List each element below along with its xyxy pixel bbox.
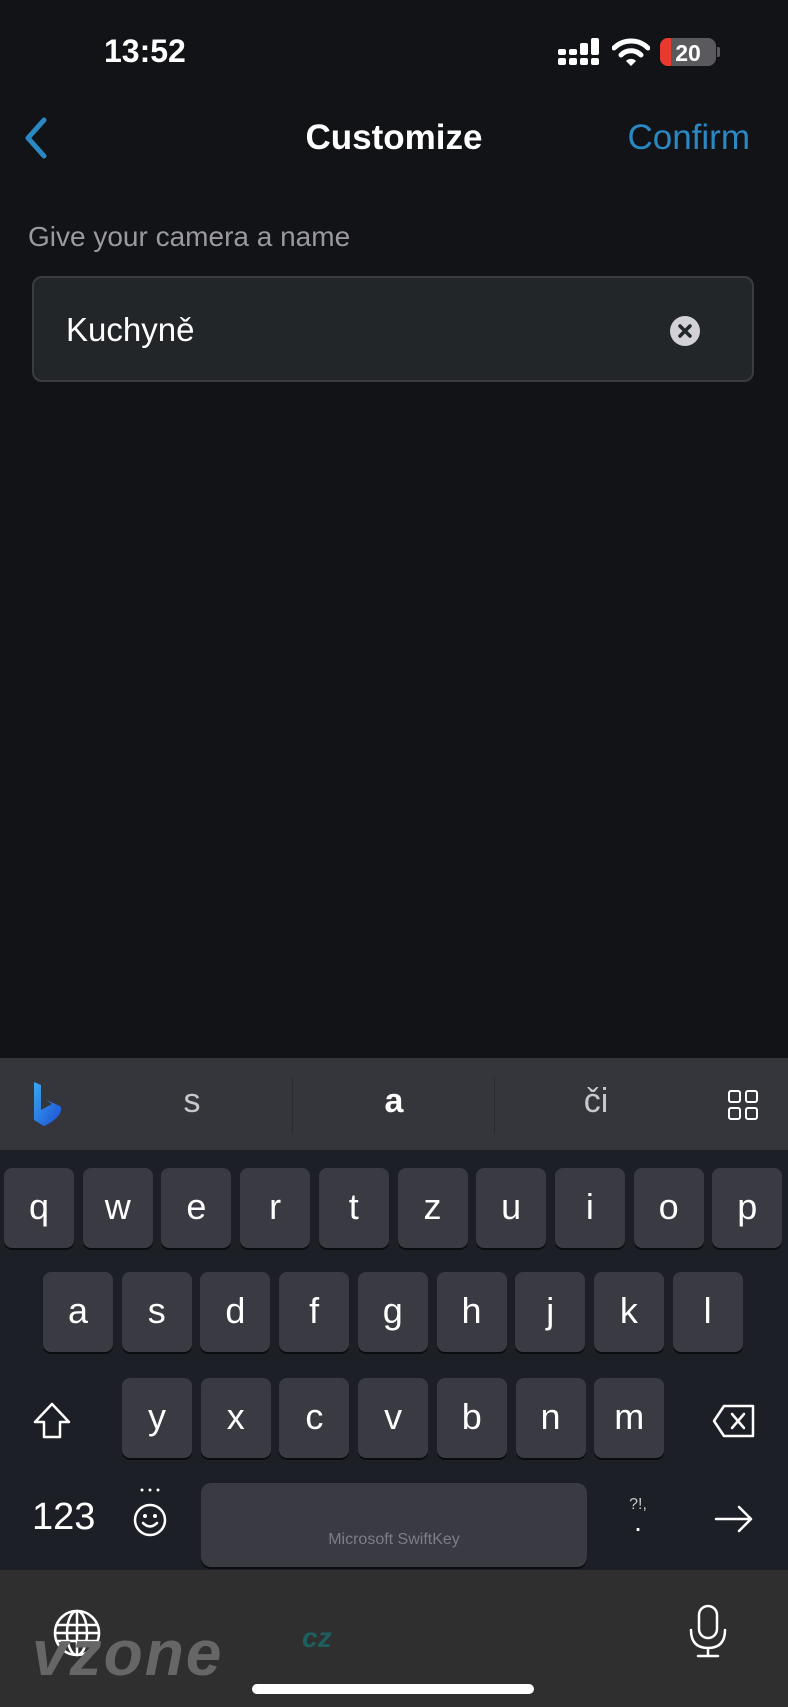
status-bar: 13:52 20 (0, 0, 788, 100)
confirm-button[interactable]: Confirm (627, 118, 750, 158)
suggestion-1[interactable]: s (132, 1082, 252, 1121)
key-b[interactable]: b (436, 1378, 507, 1458)
camera-name-input[interactable] (64, 304, 668, 356)
key-w[interactable]: w (82, 1168, 153, 1248)
key-d[interactable]: d (200, 1272, 271, 1352)
key-q[interactable]: q (4, 1168, 74, 1248)
suggestion-bar: s a či (0, 1058, 788, 1150)
key-l[interactable]: l (672, 1272, 743, 1352)
key-y[interactable]: y (122, 1378, 192, 1458)
key-i[interactable]: i (554, 1168, 625, 1248)
navigation-bar: Customize Confirm (0, 100, 788, 180)
wifi-icon (612, 38, 650, 66)
battery-icon: 20 (660, 38, 716, 66)
key-c[interactable]: c (279, 1378, 350, 1458)
suggestion-3[interactable]: či (536, 1082, 656, 1121)
key-s[interactable]: s (121, 1272, 192, 1352)
battery-tip (717, 47, 720, 57)
home-indicator[interactable] (252, 1684, 534, 1694)
key-f[interactable]: f (279, 1272, 350, 1352)
key-n[interactable]: n (515, 1378, 586, 1458)
key-z[interactable]: z (397, 1168, 468, 1248)
clear-x-icon (678, 324, 692, 338)
key-j[interactable]: j (515, 1272, 586, 1352)
suggestion-divider (494, 1078, 495, 1134)
microphone-icon[interactable] (686, 1604, 730, 1660)
numbers-key[interactable]: 123 (32, 1496, 95, 1539)
key-p[interactable]: p (712, 1168, 783, 1248)
key-e[interactable]: e (161, 1168, 232, 1248)
key-r[interactable]: r (240, 1168, 311, 1248)
camera-name-label: Give your camera a name (28, 221, 351, 252)
punctuation-main: . (634, 1506, 642, 1537)
keyboard: s a či qwertzuiopasdfghjklyxcvbnm 123 Mi… (0, 1058, 788, 1570)
cellular-signal-icon (558, 38, 599, 65)
emoji-key[interactable] (132, 1486, 168, 1538)
battery-percent: 20 (675, 40, 701, 66)
clear-button[interactable] (670, 316, 700, 346)
key-u[interactable]: u (476, 1168, 547, 1248)
suggestion-2[interactable]: a (334, 1082, 454, 1121)
key-x[interactable]: x (200, 1378, 271, 1458)
watermark-suffix: cz (302, 1622, 332, 1653)
bing-logo-icon[interactable] (30, 1080, 66, 1128)
key-a[interactable]: a (43, 1272, 113, 1352)
camera-name-field[interactable] (32, 276, 754, 382)
keyboard-brand: Microsoft SwiftKey (328, 1531, 460, 1548)
key-m[interactable]: m (594, 1378, 665, 1458)
punctuation-key[interactable]: ?!, . (618, 1496, 658, 1537)
key-o[interactable]: o (633, 1168, 704, 1248)
space-key[interactable]: Microsoft SwiftKey (201, 1483, 587, 1567)
backspace-key[interactable] (712, 1404, 756, 1438)
key-t[interactable]: t (318, 1168, 389, 1248)
suggestion-divider (292, 1078, 293, 1134)
key-k[interactable]: k (593, 1272, 664, 1352)
key-h[interactable]: h (436, 1272, 507, 1352)
enter-arrow-key[interactable] (714, 1504, 754, 1534)
key-v[interactable]: v (358, 1378, 429, 1458)
toolbar-grid-icon[interactable] (728, 1090, 758, 1120)
shift-key[interactable] (32, 1401, 72, 1441)
key-g[interactable]: g (357, 1272, 428, 1352)
watermark-logo: vzone (32, 1617, 224, 1689)
status-time: 13:52 (104, 33, 186, 69)
